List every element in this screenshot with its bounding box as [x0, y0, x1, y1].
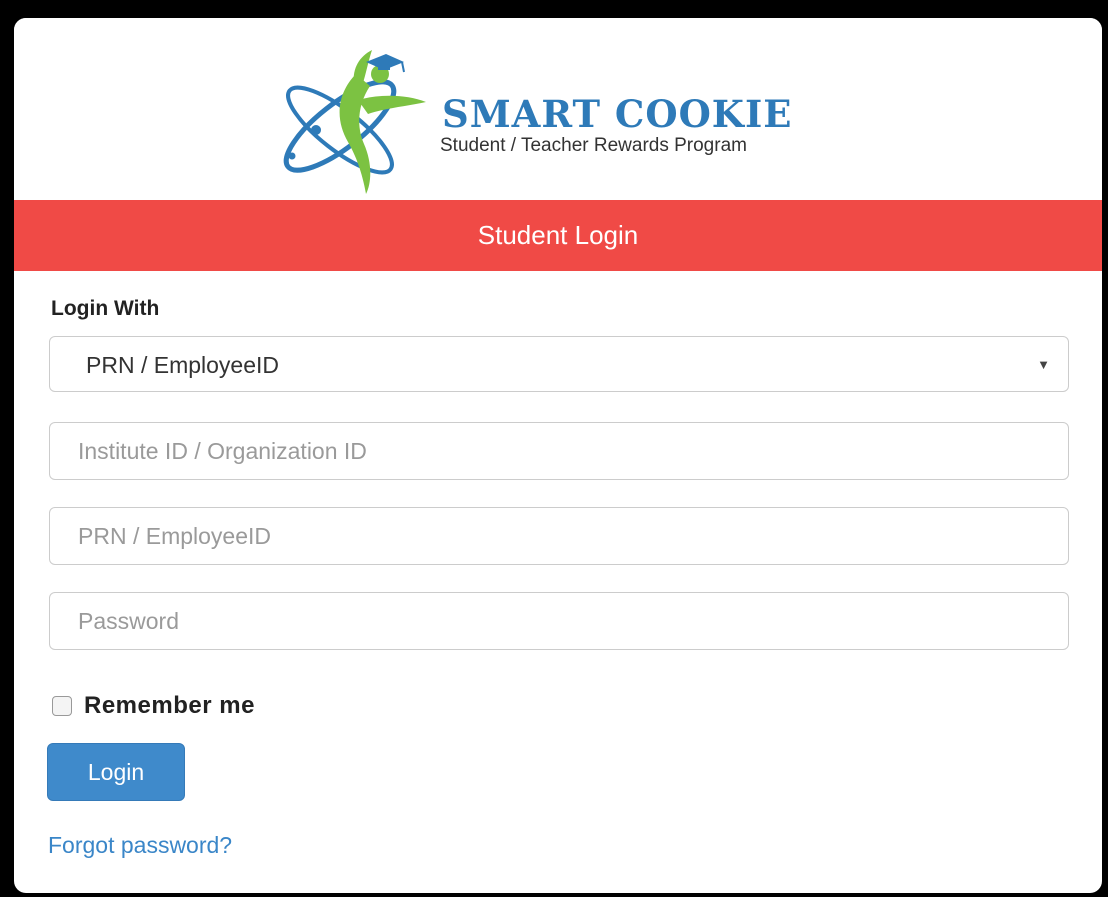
login-banner: Student Login — [14, 200, 1102, 271]
caret-down-icon: ▼ — [1037, 357, 1050, 372]
prn-employee-id-input[interactable] — [49, 507, 1069, 565]
remember-me-checkbox[interactable] — [52, 696, 72, 716]
banner-title: Student Login — [477, 220, 639, 250]
remember-me-row: Remember me — [52, 691, 255, 721]
password-input[interactable] — [49, 592, 1069, 650]
page-frame: SMART COOKIE Student / Teacher Rewards P… — [0, 0, 1108, 897]
login-card: SMART COOKIE Student / Teacher Rewards P… — [14, 18, 1102, 893]
login-with-selected-value: PRN / EmployeeID — [86, 352, 280, 378]
brand-name: SMART COOKIE — [442, 92, 793, 136]
remember-me-label[interactable]: Remember me — [84, 692, 255, 720]
institute-id-input[interactable] — [49, 422, 1069, 480]
login-button[interactable]: Login — [47, 743, 185, 801]
smart-cookie-logo-icon — [283, 50, 426, 194]
logo-header: SMART COOKIE Student / Teacher Rewards P… — [14, 18, 1102, 198]
login-with-label: Login With — [51, 297, 160, 320]
login-with-select[interactable]: PRN / EmployeeID ▼ — [49, 336, 1069, 392]
forgot-password-link[interactable]: Forgot password? — [48, 832, 232, 859]
brand-tagline: Student / Teacher Rewards Program — [440, 135, 747, 156]
